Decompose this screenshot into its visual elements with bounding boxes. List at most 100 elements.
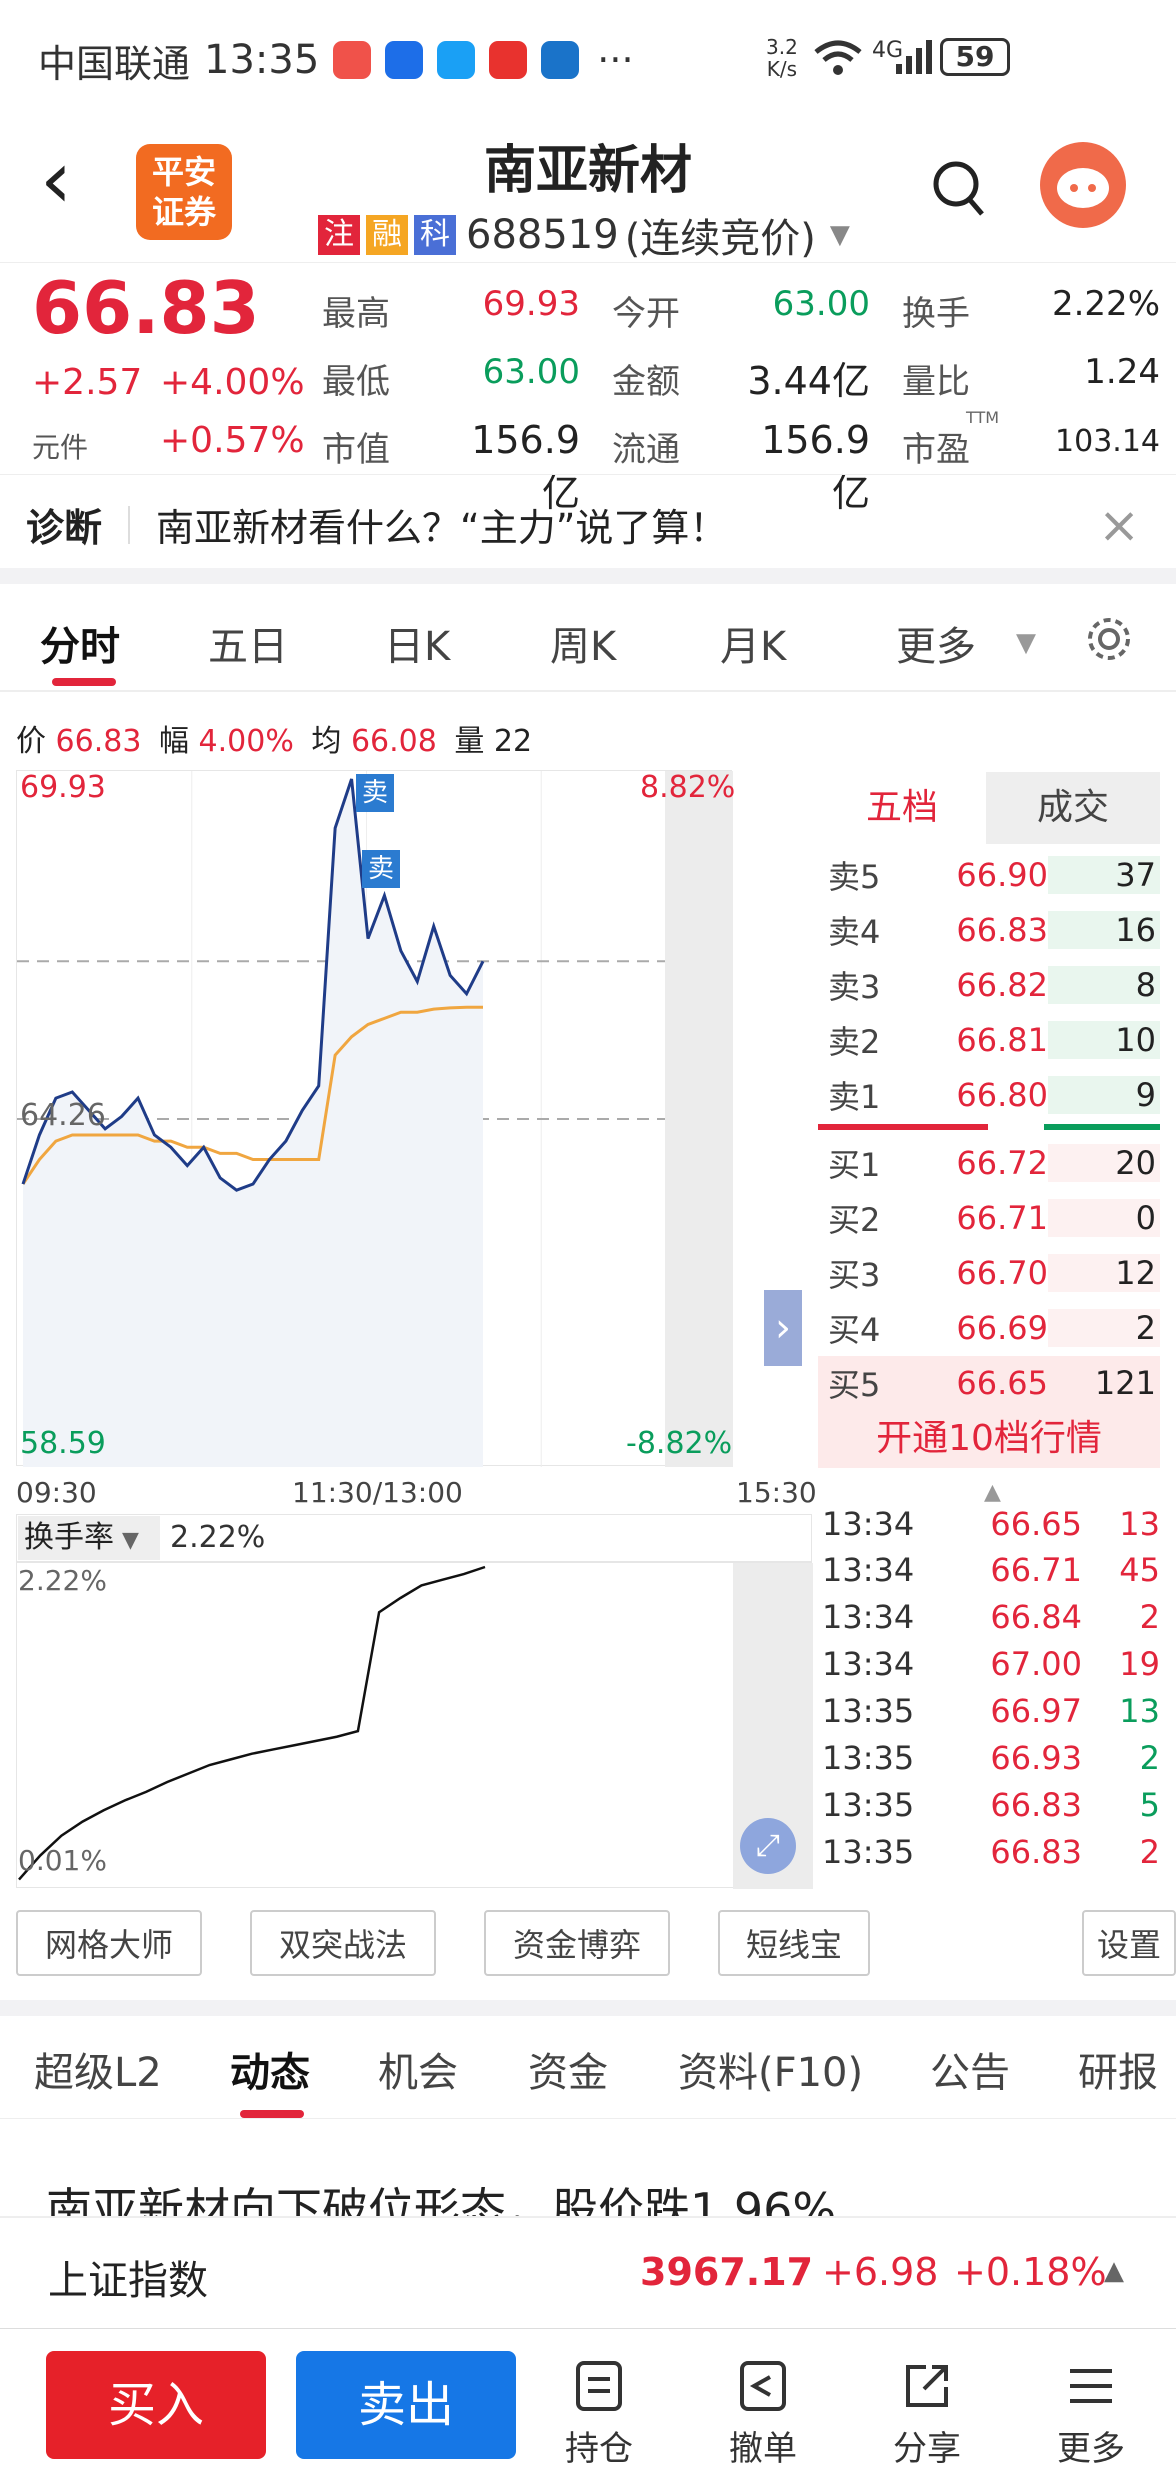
level-qty: 12 [1048,1254,1160,1292]
turnover-value: 2.22% [170,1520,266,1555]
menu-icon [1070,2369,1112,2403]
tab-news[interactable]: 动态 [230,2040,310,2098]
bid-level-row[interactable]: 买2 66.71 0 [818,1191,1160,1245]
expand-up-icon[interactable]: ▲ [1104,2256,1124,2286]
bid-level-row[interactable]: 买5 66.65 121 [818,1356,1160,1410]
level-qty: 20 [1048,1144,1160,1182]
search-icon[interactable] [932,158,988,220]
ask-level-row[interactable]: 卖1 66.80 9 [818,1068,1160,1122]
news-headline[interactable]: 南亚新材向下破位形态，股价跌1.96% [46,2180,1176,2216]
double-breakout-button[interactable]: 双突战法 [250,1910,436,1976]
tab-daily-k[interactable]: 日K [384,614,450,672]
tab-funds[interactable]: 资金 [528,2040,608,2098]
tab-research[interactable]: 研报 [1078,2040,1158,2098]
ask-level-row[interactable]: 卖4 66.83 16 [818,903,1160,957]
chat-app-icon [437,41,476,79]
tab-more[interactable]: 更多 [896,614,976,672]
status-bar: 中国联通 13:35 ··· 3.2 K/s 4G 59 [0,0,1176,120]
upgrade-level10-button[interactable]: 开通10档行情 [818,1410,1160,1468]
sell-button[interactable]: 卖出 [296,2351,516,2459]
tab-announcements[interactable]: 公告 [930,2040,1010,2098]
ask-level-row[interactable]: 卖3 66.82 8 [818,958,1160,1012]
trade-tick-row: 13:34 66.71 45 [822,1547,1160,1594]
bid-level-row[interactable]: 买4 66.69 2 [818,1301,1160,1355]
tab-monthly-k[interactable]: 月K [720,614,786,672]
red-app-icon [489,41,528,79]
tick-qty: 2 [1139,1739,1160,1777]
level-price: 66.65 [956,1364,1048,1402]
tab-f10[interactable]: 资料(F10) [678,2040,863,2098]
bid-level-row[interactable]: 买3 66.70 12 [818,1246,1160,1300]
tab-five-day[interactable]: 五日 [208,614,288,672]
tab-five-levels[interactable]: 五档 [818,772,986,844]
tag-margin: 融 [366,215,408,255]
trade-tick-row: 13:34 67.00 19 [822,1641,1160,1688]
tab-trades[interactable]: 成交 [986,772,1160,844]
turnover-chart[interactable] [16,1562,813,1889]
fund-game-button[interactable]: 资金博弈 [484,1910,670,1976]
tick-price: 66.83 [990,1785,1082,1824]
level-qty: 16 [1048,911,1160,949]
tick-time: 13:34 [822,1504,915,1543]
tick-qty: 13 [1119,1692,1160,1731]
level-qty: 2 [1048,1309,1160,1347]
level-price: 66.90 [956,856,1048,894]
grid-master-button[interactable]: 网格大师 [16,1910,202,1976]
ask-level-row[interactable]: 卖5 66.90 37 [818,848,1160,902]
tick-qty: 2 [1139,1832,1160,1871]
tick-price: 66.83 [990,1832,1082,1871]
tab-super-l2[interactable]: 超级L2 [34,2040,162,2098]
y-top-pct: 8.82% [640,770,736,805]
turnover-line [18,1565,486,1881]
news-preview-clip: 南亚新材向下破位形态，股价跌1.96% [46,2180,1176,2216]
level-label: 买1 [828,1146,881,1184]
x-label-midday: 11:30/13:00 [292,1476,463,1509]
market-cap-label: 市值 [322,430,390,470]
tab-weekly-k[interactable]: 周K [550,614,616,672]
turnover-selector[interactable]: 换手率 ▼ [18,1516,160,1560]
turnover-chart-svg [18,1563,813,1889]
pe-value: 103.14 [1055,424,1160,459]
float-cap-label: 流通 [612,430,680,470]
fullscreen-icon[interactable]: ⤢ [740,1818,796,1874]
level-price: 66.72 [956,1144,1048,1182]
tick-time: 13:35 [822,1785,915,1824]
clock: 13:35 [204,37,320,83]
sell-marker[interactable]: 卖 [362,850,400,888]
positions-nav[interactable]: 持仓 [544,2359,654,2470]
index-bar[interactable]: 上证指数 3967.17 +6.98 +0.18% ▲ [0,2216,1176,2328]
more-nav[interactable]: 更多 [1036,2359,1146,2470]
battery-icon: 59 [940,38,1010,76]
amount-value: 3.44亿 [747,359,870,403]
cancel-order-nav[interactable]: 撤单 [708,2359,818,2470]
tab-opportunity[interactable]: 机会 [378,2040,458,2098]
tab-intraday[interactable]: 分时 [40,614,120,672]
amp-value: 4.00% [198,724,294,759]
gear-icon[interactable] [1084,614,1134,664]
level-qty: 0 [1048,1199,1160,1237]
index-change: +6.98 [822,2250,939,2294]
level-label: 买5 [828,1366,881,1404]
short-line-button[interactable]: 短线宝 [718,1910,870,1976]
level-label: 买2 [828,1201,881,1239]
ask-level-row[interactable]: 卖2 66.81 10 [818,1013,1160,1067]
pe-ttm-sup: TTM [966,408,1000,427]
level-price: 66.83 [956,911,1048,949]
stock-tags[interactable]: 注 融 科 688519 (连续竞价) ▼ [318,206,850,264]
share-nav[interactable]: 分享 [872,2359,982,2470]
buy-button[interactable]: 买入 [46,2351,266,2459]
net-speed: 3.2 K/s [766,35,798,81]
bid-level-row[interactable]: 买1 66.72 20 [818,1136,1160,1190]
tools-settings-button[interactable]: 设置 [1082,1910,1176,1976]
expand-panel-button[interactable]: › [764,1290,802,1366]
diagnosis-bar[interactable]: 诊断 南亚新材看什么？“主力”说了算！ × [0,474,1176,574]
assistant-avatar[interactable] [1040,142,1126,228]
sell-marker[interactable]: 卖 [356,774,394,812]
diagnosis-label: 诊断 [26,506,103,550]
level-label: 卖5 [828,858,881,896]
amount-label: 金额 [612,362,680,402]
close-icon[interactable]: × [1098,496,1140,554]
diagnosis-text[interactable]: 南亚新材看什么？“主力”说了算！ [156,497,727,552]
turnover-bottom-label: 0.01% [18,1844,107,1877]
share-icon [906,2365,948,2407]
